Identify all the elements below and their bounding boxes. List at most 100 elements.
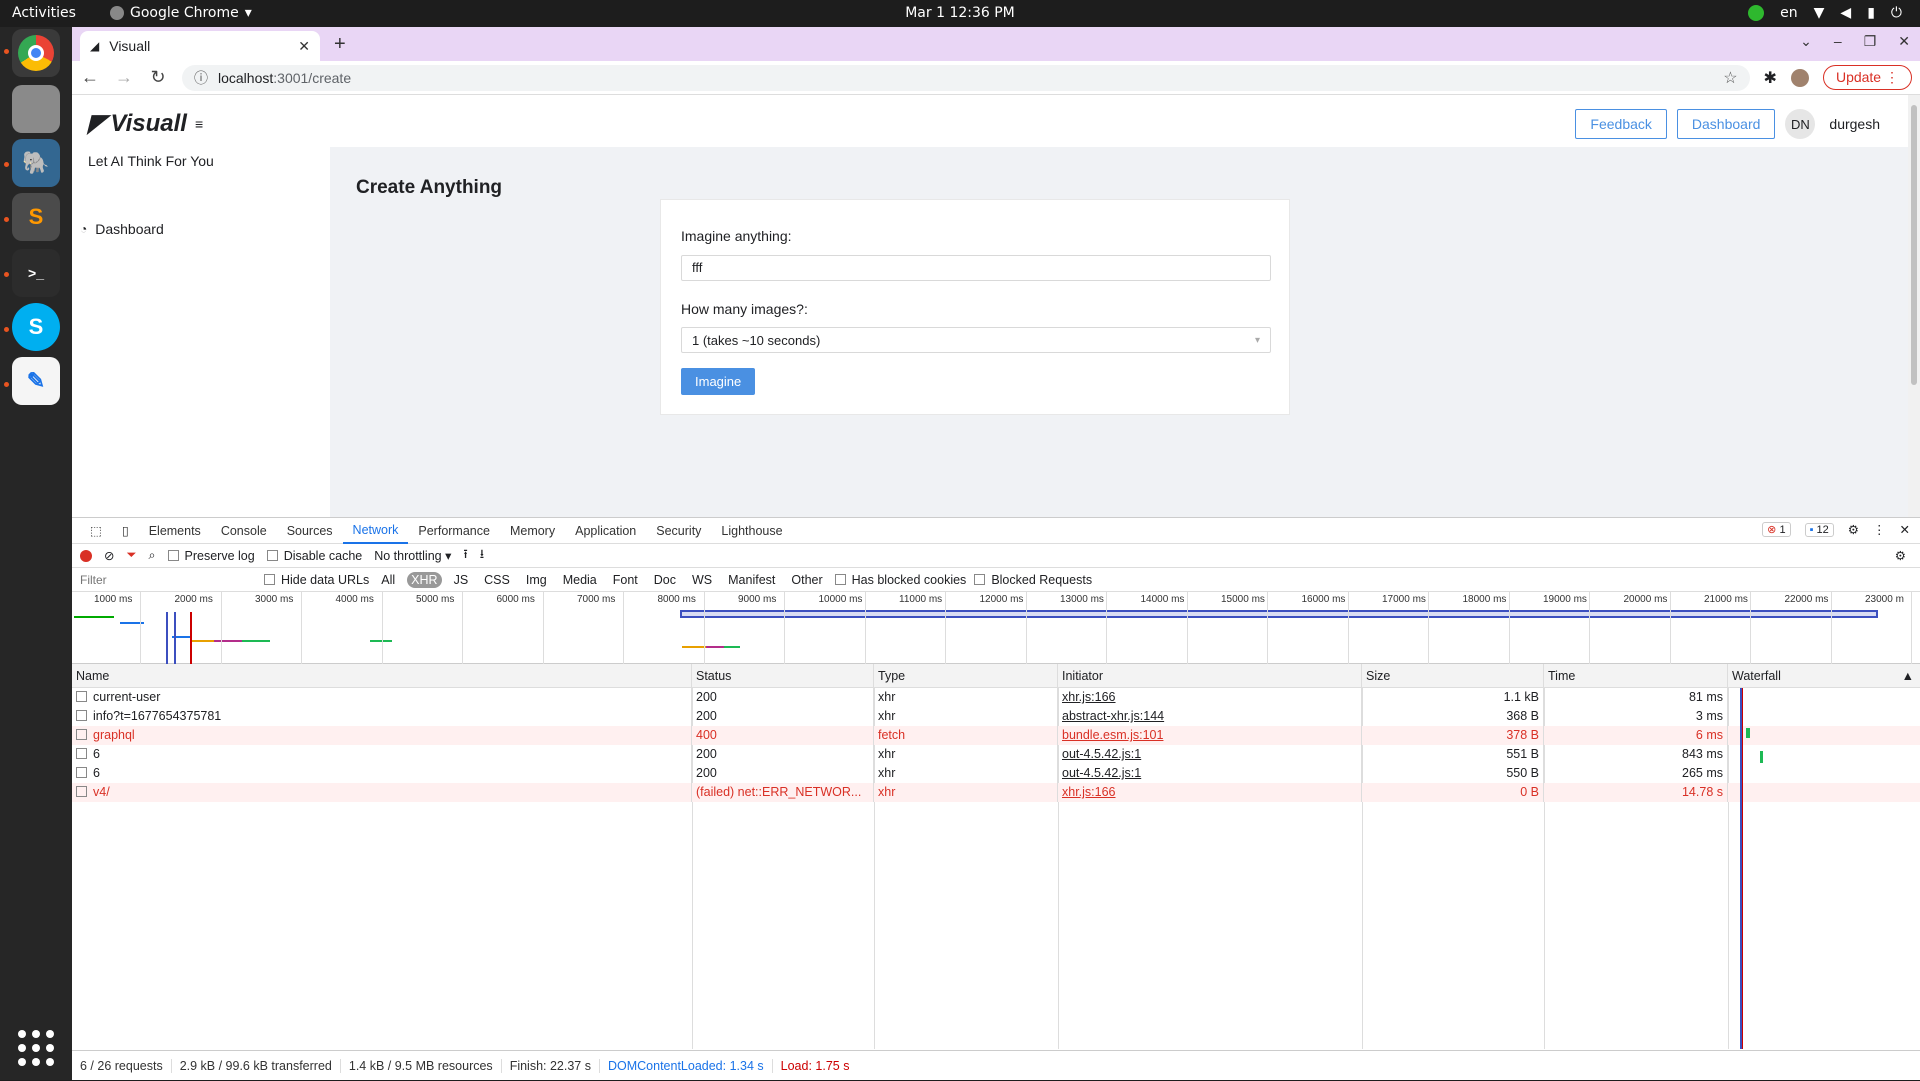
show-apps-icon[interactable]: [18, 1030, 54, 1066]
new-tab-icon[interactable]: +: [334, 33, 346, 56]
filter-media[interactable]: Media: [559, 572, 601, 588]
back-icon[interactable]: ←: [80, 67, 100, 88]
maximize-icon[interactable]: ❐: [1864, 33, 1877, 50]
import-har-icon[interactable]: ⭱: [463, 545, 467, 566]
disable-cache-checkbox[interactable]: Disable cache: [266, 549, 362, 563]
avatar[interactable]: DN: [1785, 109, 1816, 139]
request-initiator-link[interactable]: bundle.esm.js:101: [1058, 726, 1362, 745]
filter-xhr[interactable]: XHR: [407, 571, 442, 588]
prompt-input[interactable]: fff: [681, 255, 1271, 281]
sublime-text-icon[interactable]: S: [12, 193, 60, 241]
network-overview[interactable]: 1000 ms 2000 ms 3000 ms 4000 ms 5000 ms 6000 …: [72, 592, 1920, 664]
settings-gear-icon[interactable]: ⚙: [1848, 522, 1859, 537]
filter-manifest[interactable]: Manifest: [724, 572, 779, 588]
filter-icon[interactable]: ⏷: [126, 548, 136, 563]
col-header-status[interactable]: Status: [692, 664, 874, 687]
message-badge[interactable]: ▪ 12: [1804, 522, 1834, 537]
col-header-initiator[interactable]: Initiator: [1058, 664, 1362, 687]
request-initiator-link[interactable]: xhr.js:166: [1058, 783, 1362, 802]
clear-icon[interactable]: ⊘: [104, 548, 114, 563]
feedback-button[interactable]: Feedback: [1575, 109, 1667, 139]
minimize-icon[interactable]: –: [1834, 33, 1842, 50]
forward-icon[interactable]: →: [114, 67, 134, 88]
filter-all[interactable]: All: [377, 572, 399, 588]
request-name[interactable]: 6: [72, 764, 692, 783]
files-icon[interactable]: [12, 85, 60, 133]
text-editor-icon[interactable]: ✎: [12, 357, 60, 405]
filter-css[interactable]: CSS: [480, 572, 514, 588]
col-header-name[interactable]: Name: [72, 664, 692, 687]
col-header-time[interactable]: Time: [1544, 664, 1728, 687]
throttling-select[interactable]: No throttling ▾: [374, 548, 451, 563]
skype-icon[interactable]: S: [12, 303, 60, 351]
request-name[interactable]: info?t=1677654375781: [72, 707, 692, 726]
filter-other[interactable]: Other: [787, 572, 826, 588]
table-row[interactable]: 6 200 xhr out-4.5.42.js:1 551 B 843 ms: [72, 745, 1920, 764]
request-name[interactable]: current-user: [72, 688, 692, 707]
page-scrollbar[interactable]: [1908, 95, 1920, 517]
filter-doc[interactable]: Doc: [650, 572, 680, 588]
filter-ws[interactable]: WS: [688, 572, 716, 588]
export-har-icon[interactable]: ⭳: [480, 545, 484, 566]
tab-memory[interactable]: Memory: [500, 518, 565, 544]
hide-data-urls-checkbox[interactable]: Hide data URLs: [264, 573, 369, 587]
network-settings-icon[interactable]: ⚙: [1895, 548, 1906, 563]
tab-search-icon[interactable]: ⌄: [1800, 33, 1812, 50]
table-row[interactable]: info?t=1677654375781 200 xhr abstract-xhr.j…: [72, 707, 1920, 726]
tab-network[interactable]: Network: [342, 518, 409, 544]
request-initiator-link[interactable]: abstract-xhr.js:144: [1058, 707, 1362, 726]
close-window-icon[interactable]: ✕: [1898, 33, 1910, 50]
browser-tab[interactable]: ◢ Visuall ✕: [80, 31, 320, 61]
scroll-thumb[interactable]: [1911, 105, 1917, 385]
tab-sources[interactable]: Sources: [277, 518, 343, 544]
tab-performance[interactable]: Performance: [408, 518, 500, 544]
tab-lighthouse[interactable]: Lighthouse: [711, 518, 792, 544]
dashboard-button[interactable]: Dashboard: [1676, 109, 1776, 139]
table-row[interactable]: v4/(failed) net::ERR_NETWOR... xhr xhr.js:…: [72, 783, 1920, 802]
tab-application[interactable]: Application: [565, 518, 646, 544]
device-toolbar-icon[interactable]: ▯: [112, 518, 139, 544]
more-options-icon[interactable]: ⋮: [1873, 522, 1886, 537]
terminal-icon[interactable]: >_: [12, 249, 60, 297]
reload-icon[interactable]: ↻: [148, 67, 168, 88]
bookmark-star-icon[interactable]: ☆: [1723, 68, 1737, 88]
filter-input[interactable]: [76, 569, 256, 590]
tab-console[interactable]: Console: [211, 518, 277, 544]
address-bar[interactable]: ⓘ localhost:3001/create ☆: [182, 64, 1750, 91]
col-header-waterfall[interactable]: Waterfall ▲: [1728, 664, 1920, 687]
tab-elements[interactable]: Elements: [139, 518, 211, 544]
inspect-icon[interactable]: ⬚: [80, 518, 112, 544]
search-icon[interactable]: ⌕: [149, 548, 156, 563]
col-header-type[interactable]: Type: [874, 664, 1058, 687]
info-icon[interactable]: ⓘ: [194, 68, 208, 88]
username[interactable]: durgesh: [1829, 116, 1880, 132]
profile-avatar[interactable]: [1790, 68, 1809, 87]
request-name[interactable]: v4/: [72, 783, 692, 802]
sidebar-item-dashboard[interactable]: ◔ Dashboard: [80, 221, 164, 237]
tab-security[interactable]: Security: [646, 518, 711, 544]
filter-js[interactable]: JS: [450, 572, 473, 588]
table-row[interactable]: 6 200 xhr out-4.5.42.js:1 550 B 265 ms: [72, 764, 1920, 783]
filter-font[interactable]: Font: [609, 572, 642, 588]
table-row[interactable]: graphql 400 fetch bundle.esm.js:101 378 B6 m…: [72, 726, 1920, 745]
imagine-button[interactable]: Imagine: [681, 368, 756, 395]
postgres-icon[interactable]: 🐘: [12, 139, 60, 187]
request-initiator-link[interactable]: out-4.5.42.js:1: [1058, 745, 1362, 764]
has-blocked-cookies-checkbox[interactable]: Has blocked cookies: [834, 573, 966, 587]
menu-collapse-icon[interactable]: ≡: [195, 116, 203, 132]
error-badge[interactable]: ⊗ 1: [1762, 522, 1791, 537]
col-header-size[interactable]: Size: [1362, 664, 1544, 687]
language-indicator[interactable]: en: [1780, 5, 1798, 21]
clock[interactable]: Mar 1 12:36 PM: [0, 5, 1920, 21]
system-tray[interactable]: en ▼ ◀ ▮ ⏻: [1748, 5, 1902, 21]
blocked-requests-checkbox[interactable]: Blocked Requests: [974, 573, 1092, 587]
close-tab-icon[interactable]: ✕: [298, 38, 310, 55]
overview-selection-range[interactable]: [680, 610, 1878, 618]
table-row[interactable]: current-user 200 xhr xhr.js:166 1.1 kB 81 ms: [72, 688, 1920, 707]
update-button[interactable]: Update ⋮: [1822, 65, 1912, 90]
request-initiator-link[interactable]: out-4.5.42.js:1: [1058, 764, 1362, 783]
preserve-log-checkbox[interactable]: Preserve log: [167, 549, 255, 563]
request-name[interactable]: 6: [72, 745, 692, 764]
record-icon[interactable]: [80, 549, 92, 562]
request-name[interactable]: graphql: [72, 726, 692, 745]
